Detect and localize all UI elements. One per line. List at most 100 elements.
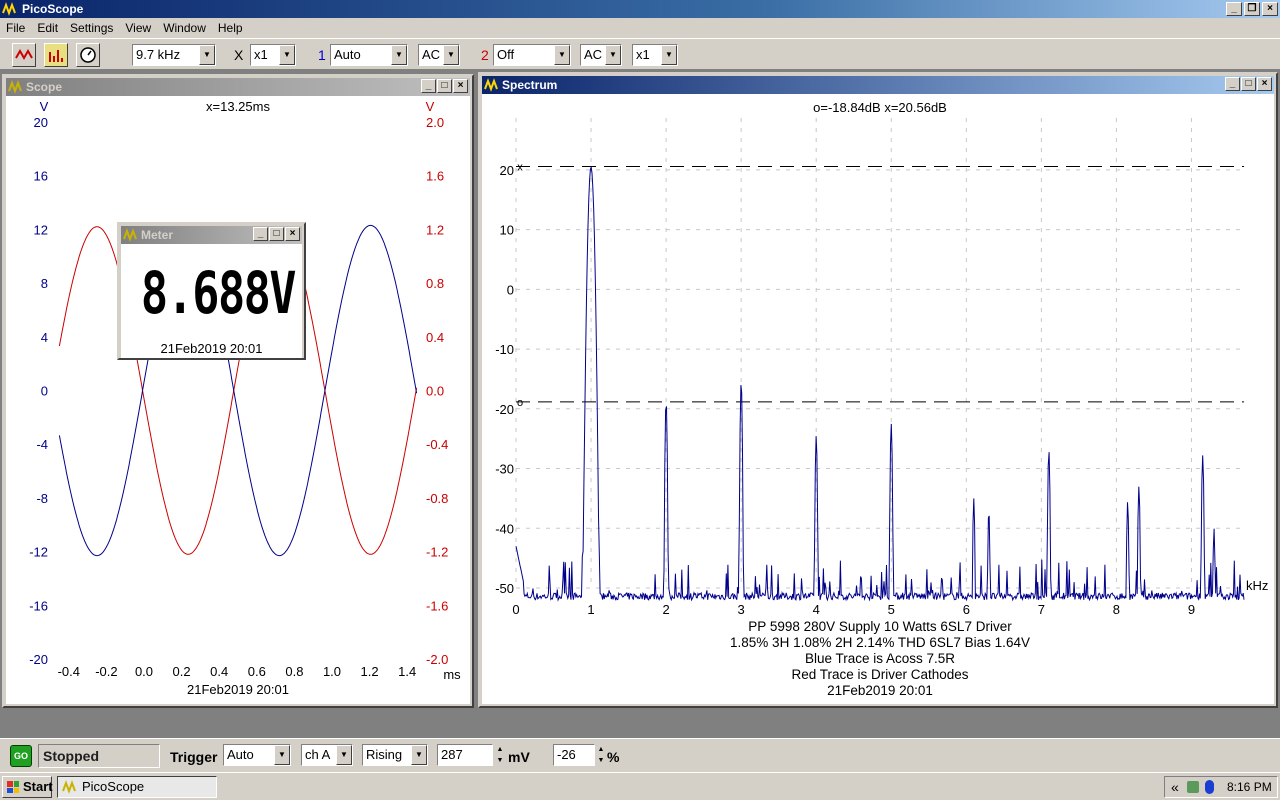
menu-settings[interactable]: Settings [64,21,119,35]
spectrum-plot[interactable]: o=-18.84dB x=20.56dB20100-10-20-30-40-50… [482,94,1274,704]
channel-1-range-select[interactable]: Auto ▼ [330,44,408,66]
scope-left-tick-label: 4 [41,330,48,345]
run-status: Stopped [38,744,160,768]
spectrum-bars-icon [49,50,63,62]
spectrum-note-line: Red Trace is Driver Cathodes [791,667,968,682]
go-button[interactable]: GO [10,745,32,767]
spectrum-x-tick-label: 1 [587,602,594,617]
spectrum-note-line: 1.85% 3H 1.08% 2H 2.14% THD 6SL7 Bias 1.… [730,635,1030,650]
menu-edit[interactable]: Edit [31,21,64,35]
scope-maximize-button[interactable]: □ [437,79,452,93]
scope-x-tick-label: 0.2 [173,664,191,679]
chevron-down-icon: ▼ [661,45,677,65]
trigger-channel-select[interactable]: ch A ▼ [301,744,353,766]
meter-close-button[interactable]: × [285,227,300,241]
scope-x-tick-label: 1.0 [323,664,341,679]
meter-mode-button[interactable] [76,43,100,67]
scope-right-tick-label: -0.4 [426,437,448,452]
spectrum-y-tick-label: 0 [507,282,514,297]
scope-left-tick-label: -16 [29,598,48,613]
chevron-down-icon: ▼ [199,45,215,65]
chevron-down-icon: ▼ [336,745,352,765]
bluetooth-icon[interactable] [1205,780,1214,794]
scope-left-tick-label: 12 [34,222,48,237]
trigger-edge-select[interactable]: Rising ▼ [362,744,428,766]
clock: 8:16 PM [1227,780,1272,794]
scope-right-tick-label: -0.8 [426,491,448,506]
channel-2-label: 2 [481,47,489,63]
spectrum-trace [515,166,1245,602]
spectrum-close-button[interactable]: × [1257,77,1272,91]
spectrum-mode-button[interactable] [44,43,68,67]
system-tray: « 8:16 PM [1164,776,1278,798]
scope-left-tick-label: -12 [29,545,48,560]
trigger-level-spinner[interactable]: ▲ ▼ [494,744,506,766]
channel-2-range-select[interactable]: Off ▼ [493,44,571,66]
pretrigger-input[interactable]: -26 [553,744,595,766]
toolbar: 9.7 kHz ▼ X x1 ▼ 1 Auto ▼ AC ▼ 2 Off ▼ AC ▼ x1… [0,38,1280,70]
picoscope-icon [62,780,76,794]
scope-right-tick-label: 1.2 [426,222,444,237]
meter-minimize-button[interactable]: _ [253,227,268,241]
chevron-down-icon: ▼ [554,45,570,65]
spectrum-x-tick-label: 7 [1038,602,1045,617]
start-button[interactable]: Start [2,776,53,798]
chevron-down-icon: ▼ [391,45,407,65]
channel-2-multiplier-select[interactable]: x1 ▼ [632,44,678,66]
trigger-mode-select[interactable]: Auto ▼ [223,744,291,766]
app-title: PicoScope [22,2,84,16]
menu-help[interactable]: Help [212,21,249,35]
spectrum-maximize-button[interactable]: □ [1241,77,1256,91]
scope-wave-icon [15,48,33,61]
spectrum-x-tick-label: 6 [963,602,970,617]
scope-x-tick-label: 0.4 [210,664,228,679]
close-button[interactable]: × [1262,2,1278,16]
taskbar-picoscope-button[interactable]: PicoScope [57,776,217,798]
spectrum-y-tick-label: -20 [495,402,514,417]
meter-title-bar: Meter _ □ × [121,226,302,244]
spectrum-minimize-button[interactable]: _ [1225,77,1240,91]
restore-button[interactable]: ❐ [1244,2,1260,16]
minimize-button[interactable]: _ [1226,2,1242,16]
menu-view[interactable]: View [119,21,157,35]
scope-left-tick-label: -4 [36,437,48,452]
menu-bar: File Edit Settings View Window Help [0,18,1280,38]
chevron-down-icon: ▼ [274,745,290,765]
x-multiplier-select[interactable]: x1 ▼ [250,44,296,66]
scope-x-tick-label: 0.0 [135,664,153,679]
chevron-down-icon: ▼ [605,45,621,65]
channel-1-coupling-select[interactable]: AC ▼ [418,44,460,66]
menu-file[interactable]: File [0,21,31,35]
scope-plot[interactable]: x=13.25msV V201612840-4-8-12-16-202.01.61… [6,96,470,704]
channel-2-coupling-select[interactable]: AC ▼ [580,44,622,66]
meter-maximize-button[interactable]: □ [269,227,284,241]
timebase-select[interactable]: 9.7 kHz ▼ [132,44,216,66]
spectrum-x-tick-label: 4 [813,602,820,617]
scope-mode-button[interactable] [12,43,36,67]
windows-logo-icon [7,781,19,793]
scope-x-tick-label: -0.2 [95,664,117,679]
trigger-level-input[interactable]: 287 [437,744,493,766]
tray-expand-button[interactable]: « [1171,777,1179,797]
spectrum-y-tick-label: -50 [495,581,514,596]
scope-window: Scope _ □ × x=13.25ms V V 20 16 12 8 4 0 -4 -8 -12-… [2,74,474,708]
scope-minimize-button[interactable]: _ [421,79,436,93]
scope-right-tick-label: 1.6 [426,169,444,184]
spectrum-note-line: PP 5998 280V Supply 10 Watts 6SL7 Driver [748,619,1012,634]
scope-left-tick-label: -20 [29,652,48,667]
spectrum-title-bar: Spectrum _ □ × [482,76,1274,94]
scope-right-tick-label: 0.8 [426,276,444,291]
spectrum-y-tick-label: -30 [495,462,514,477]
spectrum-y-tick-label: 10 [500,223,514,238]
scope-x-tick-label: 0.6 [248,664,266,679]
scope-close-button[interactable]: × [453,79,468,93]
scope-x-tick-label: 1.4 [398,664,416,679]
pretrigger-spinner[interactable]: ▲ ▼ [595,744,607,766]
spectrum-x-tick-label: 9 [1188,602,1195,617]
chevron-down-icon: ▼ [411,745,427,765]
spectrum-note-line: Blue Trace is Acoss 7.5R [805,651,955,666]
menu-window[interactable]: Window [157,21,212,35]
network-icon[interactable] [1187,781,1199,793]
level-unit: mV [508,749,530,765]
scope-title-bar: Scope _ □ × [6,78,470,96]
